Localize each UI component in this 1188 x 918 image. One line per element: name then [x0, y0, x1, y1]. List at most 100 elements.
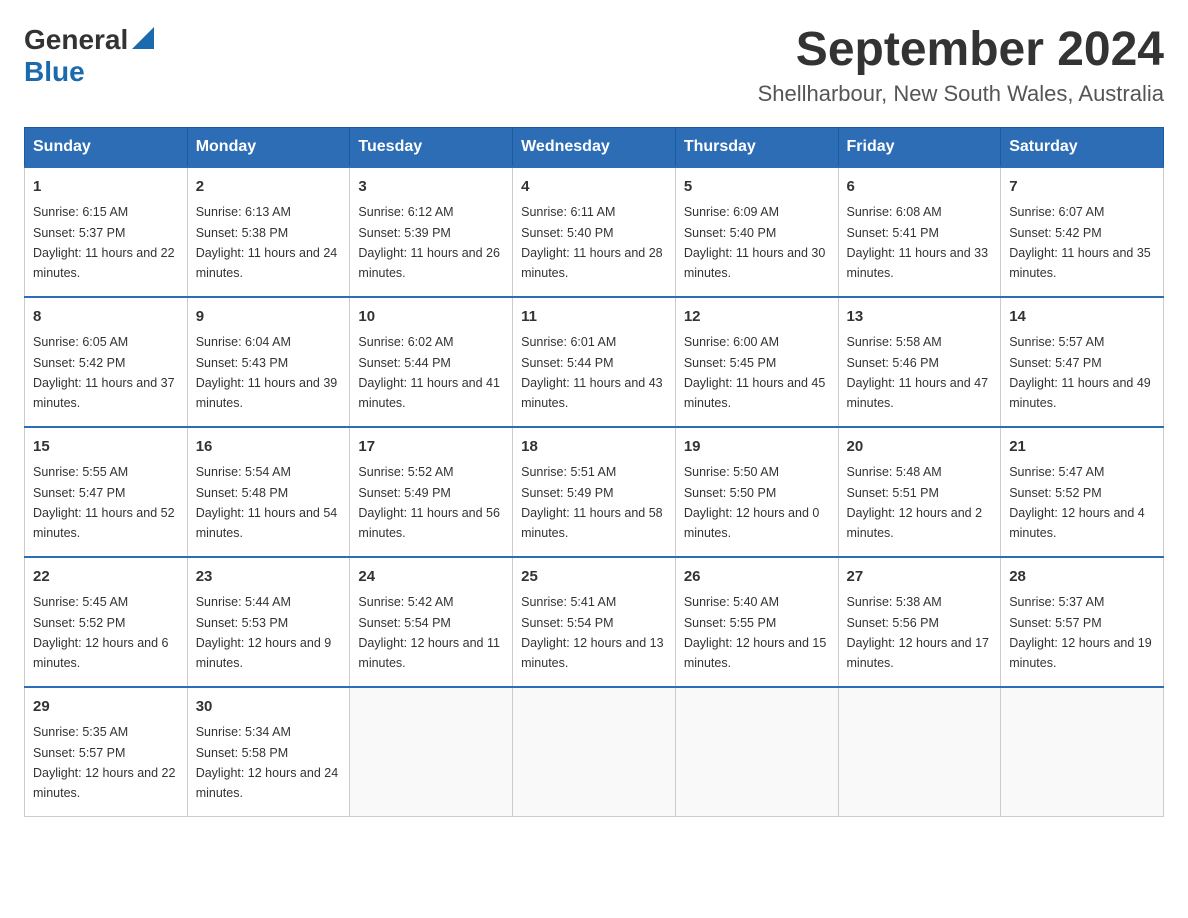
day-number: 28: [1009, 566, 1155, 589]
week-row-4: 22 Sunrise: 5:45 AMSunset: 5:52 PMDayligh…: [25, 557, 1164, 687]
day-number: 15: [33, 436, 179, 459]
day-info: Sunrise: 5:37 AMSunset: 5:57 PMDaylight:…: [1009, 595, 1151, 670]
day-info: Sunrise: 6:01 AMSunset: 5:44 PMDaylight:…: [521, 335, 663, 410]
day-info: Sunrise: 5:34 AMSunset: 5:58 PMDaylight:…: [196, 725, 338, 800]
calendar-cell: 5 Sunrise: 6:09 AMSunset: 5:40 PMDaylight…: [675, 167, 838, 297]
day-number: 10: [358, 306, 504, 329]
calendar-cell: 15 Sunrise: 5:55 AMSunset: 5:47 PMDayligh…: [25, 427, 188, 557]
calendar-cell: [675, 687, 838, 817]
logo: General Blue: [24, 24, 154, 88]
calendar-cell: 18 Sunrise: 5:51 AMSunset: 5:49 PMDayligh…: [513, 427, 676, 557]
day-header-monday: Monday: [187, 127, 350, 167]
day-info: Sunrise: 6:07 AMSunset: 5:42 PMDaylight:…: [1009, 205, 1151, 280]
day-number: 8: [33, 306, 179, 329]
week-row-1: 1Sunrise: 6:15 AMSunset: 5:37 PMDaylight…: [25, 167, 1164, 297]
calendar-cell: 28 Sunrise: 5:37 AMSunset: 5:57 PMDayligh…: [1001, 557, 1164, 687]
calendar-cell: 6 Sunrise: 6:08 AMSunset: 5:41 PMDaylight…: [838, 167, 1001, 297]
day-info: Sunrise: 5:58 AMSunset: 5:46 PMDaylight:…: [847, 335, 989, 410]
logo-blue: Blue: [24, 56, 85, 87]
calendar-cell: 3 Sunrise: 6:12 AMSunset: 5:39 PMDaylight…: [350, 167, 513, 297]
calendar-cell: [1001, 687, 1164, 817]
calendar-cell: 1Sunrise: 6:15 AMSunset: 5:37 PMDaylight…: [25, 167, 188, 297]
day-number: 2: [196, 176, 342, 199]
calendar-cell: 2 Sunrise: 6:13 AMSunset: 5:38 PMDaylight…: [187, 167, 350, 297]
day-number: 18: [521, 436, 667, 459]
day-info: Sunrise: 5:41 AMSunset: 5:54 PMDaylight:…: [521, 595, 663, 670]
logo-triangle-icon: [132, 27, 154, 49]
day-header-tuesday: Tuesday: [350, 127, 513, 167]
day-info: Sunrise: 5:44 AMSunset: 5:53 PMDaylight:…: [196, 595, 332, 670]
day-info: Sunrise: 5:52 AMSunset: 5:49 PMDaylight:…: [358, 465, 500, 540]
day-number: 25: [521, 566, 667, 589]
logo-general: General: [24, 24, 128, 56]
day-info: Sunrise: 6:13 AMSunset: 5:38 PMDaylight:…: [196, 205, 338, 280]
day-header-thursday: Thursday: [675, 127, 838, 167]
week-row-5: 29 Sunrise: 5:35 AMSunset: 5:57 PMDayligh…: [25, 687, 1164, 817]
day-info: Sunrise: 6:15 AMSunset: 5:37 PMDaylight:…: [33, 205, 175, 280]
day-header-friday: Friday: [838, 127, 1001, 167]
day-header-saturday: Saturday: [1001, 127, 1164, 167]
day-number: 9: [196, 306, 342, 329]
day-info: Sunrise: 5:42 AMSunset: 5:54 PMDaylight:…: [358, 595, 500, 670]
day-info: Sunrise: 6:11 AMSunset: 5:40 PMDaylight:…: [521, 205, 663, 280]
day-number: 4: [521, 176, 667, 199]
calendar-cell: 23 Sunrise: 5:44 AMSunset: 5:53 PMDayligh…: [187, 557, 350, 687]
day-info: Sunrise: 5:48 AMSunset: 5:51 PMDaylight:…: [847, 465, 983, 540]
day-number: 23: [196, 566, 342, 589]
day-header-wednesday: Wednesday: [513, 127, 676, 167]
calendar-cell: 21Sunrise: 5:47 AMSunset: 5:52 PMDayligh…: [1001, 427, 1164, 557]
calendar-cell: 10 Sunrise: 6:02 AMSunset: 5:44 PMDayligh…: [350, 297, 513, 427]
calendar-cell: [838, 687, 1001, 817]
day-info: Sunrise: 5:38 AMSunset: 5:56 PMDaylight:…: [847, 595, 989, 670]
calendar-cell: 29 Sunrise: 5:35 AMSunset: 5:57 PMDayligh…: [25, 687, 188, 817]
day-number: 6: [847, 176, 993, 199]
day-number: 12: [684, 306, 830, 329]
calendar-cell: 24 Sunrise: 5:42 AMSunset: 5:54 PMDayligh…: [350, 557, 513, 687]
day-info: Sunrise: 5:57 AMSunset: 5:47 PMDaylight:…: [1009, 335, 1151, 410]
calendar-cell: 14Sunrise: 5:57 AMSunset: 5:47 PMDayligh…: [1001, 297, 1164, 427]
day-info: Sunrise: 5:50 AMSunset: 5:50 PMDaylight:…: [684, 465, 820, 540]
day-number: 16: [196, 436, 342, 459]
calendar-cell: 7 Sunrise: 6:07 AMSunset: 5:42 PMDaylight…: [1001, 167, 1164, 297]
day-info: Sunrise: 6:02 AMSunset: 5:44 PMDaylight:…: [358, 335, 500, 410]
calendar-header-row: SundayMondayTuesdayWednesdayThursdayFrid…: [25, 127, 1164, 167]
page-header: General Blue September 2024 Shellharbour…: [24, 24, 1164, 107]
day-info: Sunrise: 5:55 AMSunset: 5:47 PMDaylight:…: [33, 465, 175, 540]
day-info: Sunrise: 5:47 AMSunset: 5:52 PMDaylight:…: [1009, 465, 1145, 540]
calendar-cell: 19 Sunrise: 5:50 AMSunset: 5:50 PMDayligh…: [675, 427, 838, 557]
day-number: 11: [521, 306, 667, 329]
day-number: 17: [358, 436, 504, 459]
day-number: 5: [684, 176, 830, 199]
week-row-3: 15 Sunrise: 5:55 AMSunset: 5:47 PMDayligh…: [25, 427, 1164, 557]
day-info: Sunrise: 5:54 AMSunset: 5:48 PMDaylight:…: [196, 465, 338, 540]
day-info: Sunrise: 5:35 AMSunset: 5:57 PMDaylight:…: [33, 725, 175, 800]
day-info: Sunrise: 5:51 AMSunset: 5:49 PMDaylight:…: [521, 465, 663, 540]
calendar-cell: 30 Sunrise: 5:34 AMSunset: 5:58 PMDayligh…: [187, 687, 350, 817]
calendar-cell: [513, 687, 676, 817]
week-row-2: 8Sunrise: 6:05 AMSunset: 5:42 PMDaylight…: [25, 297, 1164, 427]
calendar-cell: 9Sunrise: 6:04 AMSunset: 5:43 PMDaylight…: [187, 297, 350, 427]
day-info: Sunrise: 6:08 AMSunset: 5:41 PMDaylight:…: [847, 205, 989, 280]
day-number: 27: [847, 566, 993, 589]
calendar-cell: 25 Sunrise: 5:41 AMSunset: 5:54 PMDayligh…: [513, 557, 676, 687]
calendar-cell: [350, 687, 513, 817]
day-number: 24: [358, 566, 504, 589]
day-number: 7: [1009, 176, 1155, 199]
day-number: 20: [847, 436, 993, 459]
day-number: 3: [358, 176, 504, 199]
location-title: Shellharbour, New South Wales, Australia: [758, 81, 1164, 107]
calendar-cell: 27 Sunrise: 5:38 AMSunset: 5:56 PMDayligh…: [838, 557, 1001, 687]
day-number: 19: [684, 436, 830, 459]
day-info: Sunrise: 6:09 AMSunset: 5:40 PMDaylight:…: [684, 205, 826, 280]
calendar-table: SundayMondayTuesdayWednesdayThursdayFrid…: [24, 127, 1164, 817]
calendar-cell: 20 Sunrise: 5:48 AMSunset: 5:51 PMDayligh…: [838, 427, 1001, 557]
day-info: Sunrise: 6:12 AMSunset: 5:39 PMDaylight:…: [358, 205, 500, 280]
day-number: 22: [33, 566, 179, 589]
day-header-sunday: Sunday: [25, 127, 188, 167]
day-info: Sunrise: 6:00 AMSunset: 5:45 PMDaylight:…: [684, 335, 826, 410]
day-number: 30: [196, 696, 342, 719]
day-number: 29: [33, 696, 179, 719]
day-info: Sunrise: 5:45 AMSunset: 5:52 PMDaylight:…: [33, 595, 169, 670]
calendar-cell: 8Sunrise: 6:05 AMSunset: 5:42 PMDaylight…: [25, 297, 188, 427]
title-section: September 2024 Shellharbour, New South W…: [758, 24, 1164, 107]
